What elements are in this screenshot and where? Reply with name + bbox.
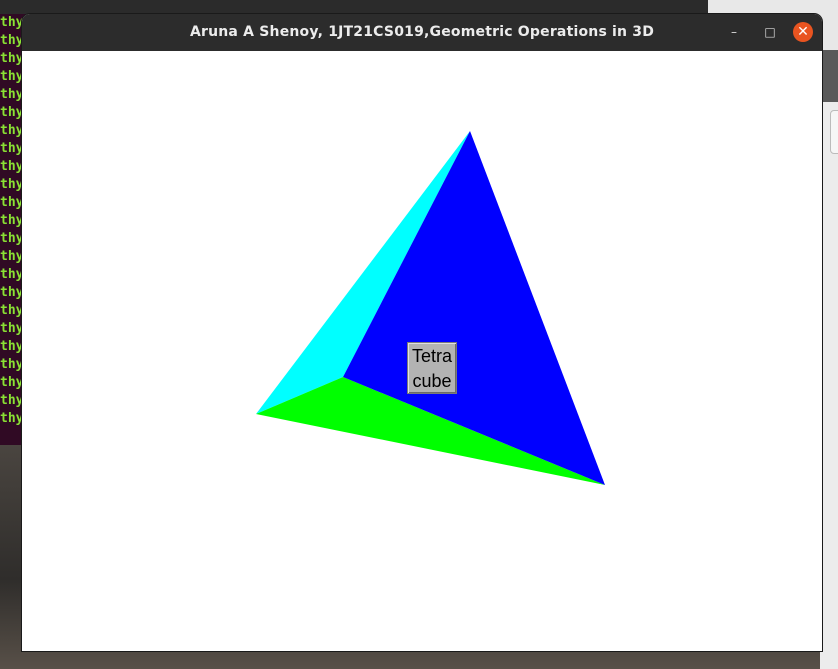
- terminal-line: thy: [0, 177, 24, 192]
- window-title: Aruna A Shenoy, 1JT21CS019,Geometric Ope…: [189, 24, 655, 40]
- terminal-line: thy: [0, 105, 24, 120]
- terminal-line: thy: [0, 123, 24, 138]
- terminal-line: thy: [0, 249, 24, 264]
- terminal-line: thy: [0, 267, 24, 282]
- minimize-button[interactable]: –: [724, 22, 744, 42]
- terminal-line: thy: [0, 159, 24, 174]
- background-window-button[interactable]: [830, 110, 838, 154]
- terminal-line: thy: [0, 15, 24, 30]
- terminal-line: thy: [0, 375, 24, 390]
- terminal-line: thy: [0, 51, 24, 66]
- terminal-topbar: [0, 0, 708, 14]
- background-window-bar: [820, 50, 838, 102]
- app-window: Aruna A Shenoy, 1JT21CS019,Geometric Ope…: [22, 14, 822, 651]
- terminal-line: thy: [0, 303, 24, 318]
- terminal-line: thy: [0, 285, 24, 300]
- close-button[interactable]: ✕: [793, 22, 813, 42]
- terminal-line: thy: [0, 141, 24, 156]
- terminal-line: thy: [0, 321, 24, 336]
- terminal-line: thy: [0, 393, 24, 408]
- terminal-line: thy: [0, 231, 24, 246]
- terminal-line: thy: [0, 339, 24, 354]
- background-window-body: [820, 102, 838, 669]
- terminal-line: thy: [0, 87, 24, 102]
- terminal-line: thy: [0, 411, 24, 426]
- tetra-cube-button-line2: cube: [412, 371, 452, 391]
- terminal-line: thy: [0, 195, 24, 210]
- terminal-line: thy: [0, 33, 24, 48]
- tetra-cube-button[interactable]: Tetra cube: [407, 342, 457, 394]
- terminal-line: thy: [0, 357, 24, 372]
- opengl-canvas[interactable]: Tetra cube: [22, 51, 822, 651]
- tetra-cube-button-line1: Tetra: [411, 346, 453, 366]
- maximize-button[interactable]: □: [760, 22, 780, 42]
- terminal-line: thy: [0, 213, 24, 228]
- window-titlebar[interactable]: Aruna A Shenoy, 1JT21CS019,Geometric Ope…: [22, 14, 822, 51]
- terminal-line: thy: [0, 69, 24, 84]
- terminal-output: thy thy thy thy thy thy thy thy thy thy thy thy thy t…: [0, 14, 24, 428]
